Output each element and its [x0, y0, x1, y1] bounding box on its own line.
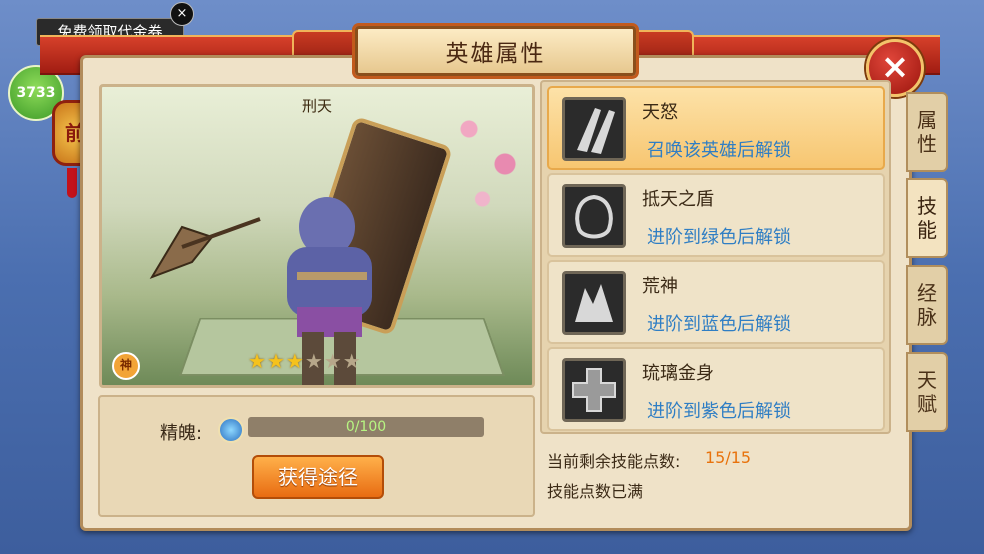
essence-progress-text: 0/100 — [345, 419, 387, 435]
tab-label-char: 赋 — [917, 392, 937, 416]
tab-skills[interactable]: 技能 — [906, 178, 948, 258]
tab-label-char: 技 — [917, 194, 937, 218]
tab-label-char: 脉 — [917, 305, 937, 329]
claw-slash-icon — [562, 97, 626, 161]
essence-progress-bar: 0/100 — [248, 417, 484, 437]
star-empty-icon: ★ — [323, 349, 343, 373]
tab-label-char: 属 — [917, 108, 937, 132]
tab-attributes[interactable]: 属性 — [906, 92, 948, 172]
obtain-button[interactable]: 获得途径 — [252, 455, 384, 499]
skill-name: 荒神 — [642, 276, 678, 297]
skill-name: 抵天之盾 — [642, 189, 714, 210]
tab-label-char: 能 — [917, 218, 937, 242]
golden-cross-icon — [562, 358, 626, 422]
tab-label-char: 天 — [917, 368, 937, 392]
skill-unlock-note: 进阶到绿色后解锁 — [647, 227, 791, 248]
skill-row[interactable]: 天怒召唤该英雄后解锁 — [547, 86, 885, 170]
tassel-decoration — [67, 168, 77, 198]
tab-meridians[interactable]: 经脉 — [906, 265, 948, 345]
skill-row[interactable]: 荒神进阶到蓝色后解锁 — [547, 260, 885, 344]
essence-gem-icon — [218, 417, 244, 443]
essence-label: 精魄: — [160, 423, 203, 444]
star-filled-icon: ★ — [266, 349, 286, 373]
tab-label-char: 经 — [917, 281, 937, 305]
skill-unlock-note: 进阶到紫色后解锁 — [647, 401, 791, 422]
tab-label-char: 性 — [917, 132, 937, 156]
god-badge: 神 — [112, 352, 140, 380]
tab-talents[interactable]: 天赋 — [906, 352, 948, 432]
hero-stars: ★★★★★★ — [248, 349, 362, 373]
hero-name: 刑天 — [301, 97, 332, 115]
skill-points-value: 15/15 — [705, 448, 752, 467]
skill-row[interactable]: 琉璃金身进阶到紫色后解锁 — [547, 347, 885, 431]
skill-unlock-note: 召唤该英雄后解锁 — [647, 140, 791, 161]
essence-panel: 精魄: 0/100 获得途径 — [98, 395, 535, 517]
shadow-god-icon — [562, 271, 626, 335]
star-empty-icon: ★ — [304, 349, 324, 373]
promo-close-icon[interactable]: × — [170, 2, 194, 26]
skill-unlock-note: 进阶到蓝色后解锁 — [647, 314, 791, 335]
star-filled-icon: ★ — [285, 349, 305, 373]
hero-portrait[interactable]: 刑天 神 ★★★★★★ — [99, 84, 535, 388]
skills-panel: 天怒召唤该英雄后解锁抵天之盾进阶到绿色后解锁荒神进阶到蓝色后解锁琉璃金身进阶到紫… — [540, 80, 891, 434]
star-filled-icon: ★ — [248, 349, 267, 373]
skill-name: 天怒 — [642, 102, 678, 123]
skill-points-status: 技能点数已满 — [547, 482, 644, 501]
star-empty-icon: ★ — [342, 349, 362, 373]
page-title: 英雄属性 — [355, 26, 636, 76]
skill-name: 琉璃金身 — [642, 363, 714, 384]
skill-row[interactable]: 抵天之盾进阶到绿色后解锁 — [547, 173, 885, 257]
skill-points-label: 当前剩余技能点数: — [547, 452, 681, 471]
hero-axe-image — [149, 217, 261, 279]
shield-aura-icon — [562, 184, 626, 248]
